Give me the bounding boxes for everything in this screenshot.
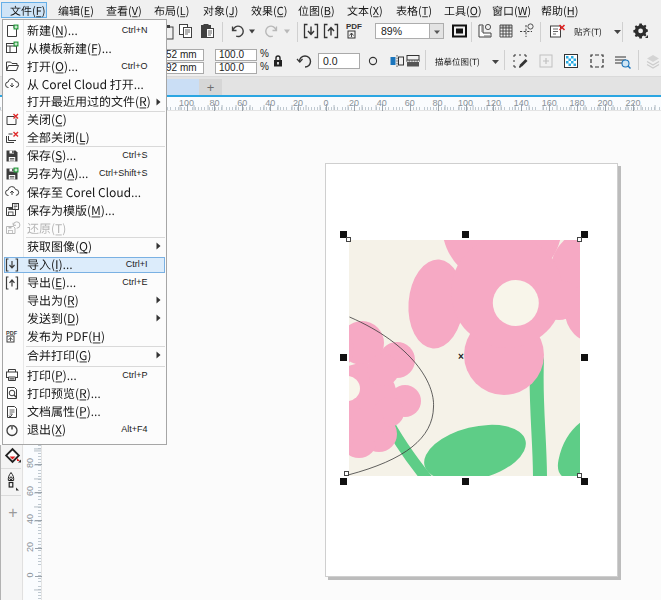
svg-text:PDF: PDF bbox=[6, 330, 18, 336]
